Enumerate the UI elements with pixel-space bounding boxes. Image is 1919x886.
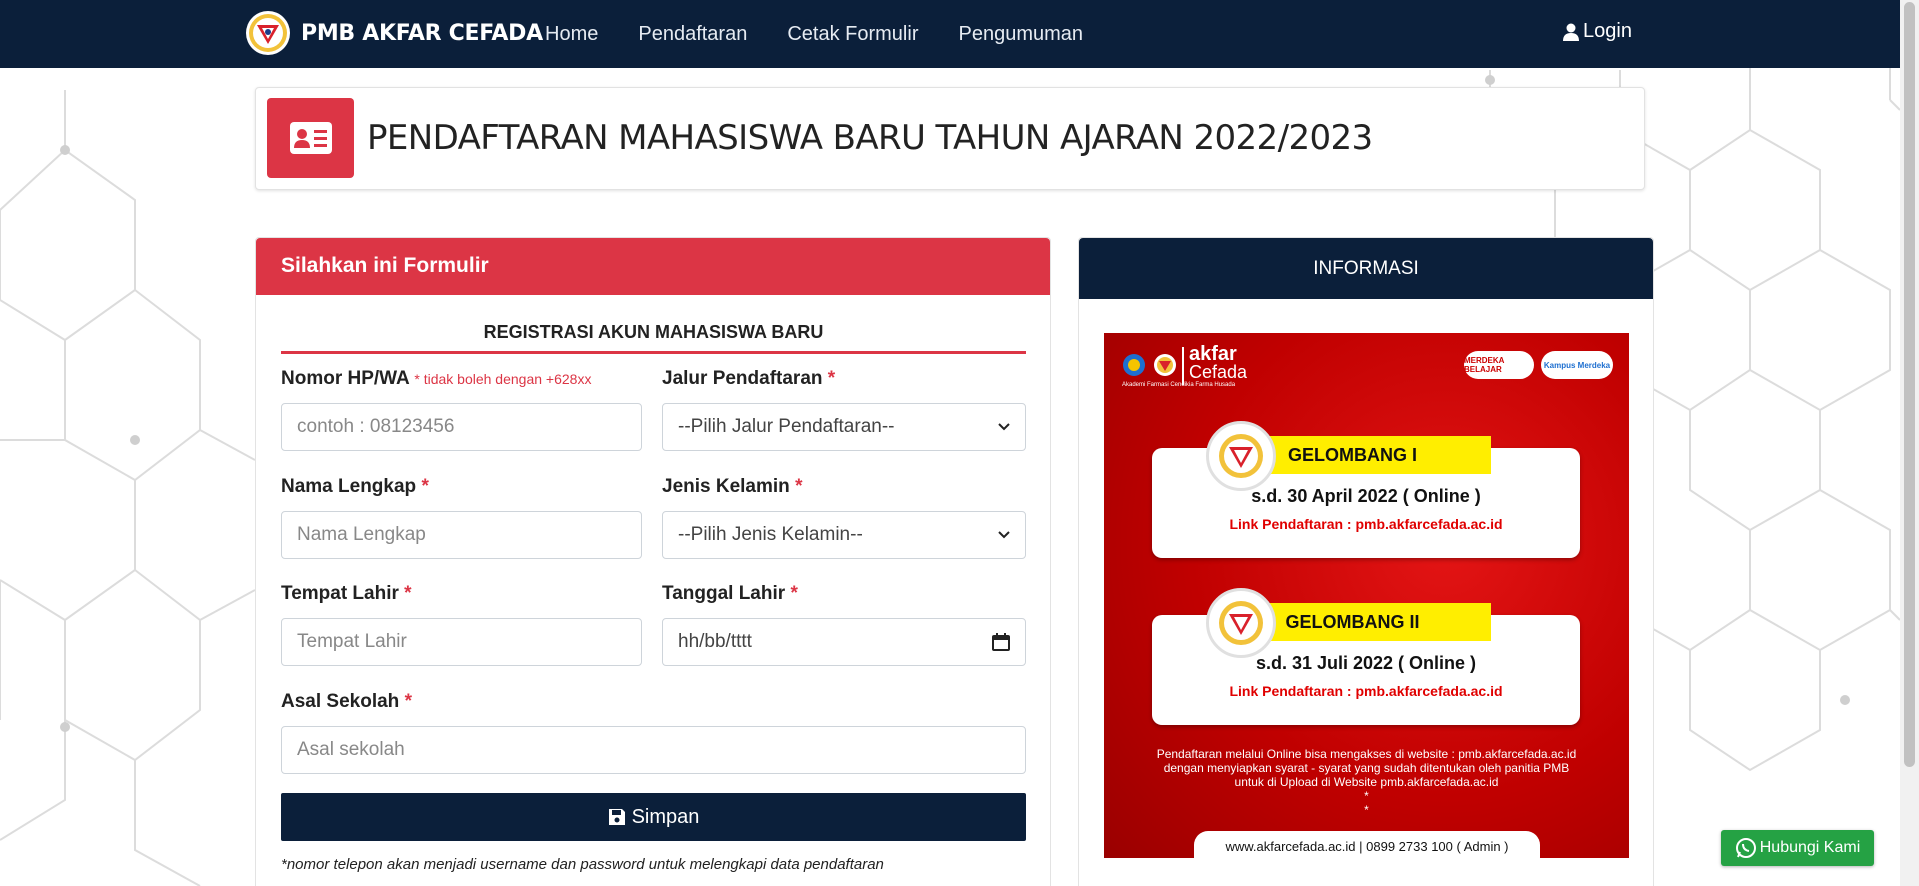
required-mark: * — [404, 691, 412, 712]
tempat-placeholder: Tempat Lahir — [297, 631, 407, 652]
tanggal-placeholder: hh/bb/tttt — [678, 631, 752, 652]
medal-icon — [1206, 421, 1276, 491]
tanggal-label-text: Tanggal Lahir — [662, 583, 786, 604]
kelamin-label-text: Jenis Kelamin — [662, 476, 790, 497]
jalur-label-text: Jalur Pendaftaran — [662, 368, 823, 389]
info-card: INFORMASI akfar Cefada Akademi Farmasi C… — [1078, 237, 1654, 886]
form-header: Silahkan ini Formulir — [256, 238, 1050, 295]
akfar-logo-icon — [246, 11, 290, 55]
page-scrollbar[interactable] — [1900, 0, 1919, 886]
banner-note-line-2: dengan menyiapkan syarat - syarat yang s… — [1163, 761, 1570, 775]
login-link[interactable]: Login — [1563, 20, 1632, 43]
kelamin-select[interactable]: --Pilih Jenis Kelamin-- — [662, 511, 1026, 559]
tutwuri-logo-icon — [1123, 354, 1145, 376]
phone-label-text: Nomor HP/WA — [281, 368, 410, 389]
whatsapp-label: Hubungi Kami — [1759, 839, 1861, 856]
banner-note-line-5: * — [1364, 803, 1369, 817]
login-label: Login — [1583, 20, 1632, 42]
floppy-disk-icon — [608, 809, 625, 825]
id-card-icon — [267, 98, 354, 178]
phone-placeholder: contoh : 08123456 — [297, 416, 455, 437]
top-navbar: PMB AKFAR CEFADA Home Pendaftaran Cetak … — [0, 0, 1900, 68]
banner-logo-title: akfar — [1189, 343, 1237, 365]
akfar-logo-icon — [1154, 354, 1176, 376]
wave-1-date: s.d. 30 April 2022 ( Online ) — [1251, 486, 1481, 506]
info-header: INFORMASI — [1079, 238, 1653, 299]
save-button[interactable]: Simpan — [281, 793, 1026, 841]
wave-2-date: s.d. 31 Juli 2022 ( Online ) — [1255, 653, 1477, 673]
brand[interactable]: PMB AKFAR CEFADA — [245, 10, 543, 56]
nama-label: Nama Lengkap * — [281, 476, 429, 498]
sekolah-label-text: Asal Sekolah — [281, 691, 400, 712]
wave-1-link: Link Pendaftaran : pmb.akfarcefada.ac.id — [1229, 516, 1503, 532]
sekolah-label: Asal Sekolah * — [281, 691, 412, 713]
nav-cetak-formulir[interactable]: Cetak Formulir — [787, 23, 918, 46]
banner-note-line-3: untuk di Upload di Website pmb.akfarcefa… — [1234, 775, 1499, 789]
jalur-value: --Pilih Jalur Pendaftaran-- — [678, 416, 895, 437]
tempat-input[interactable]: Tempat Lahir — [281, 618, 642, 666]
banner-footer: www.akfarcefada.ac.id | 0899 2733 100 ( … — [1194, 831, 1540, 858]
wave-2-link: Link Pendaftaran : pmb.akfarcefada.ac.id — [1229, 683, 1503, 699]
sekolah-placeholder: Asal sekolah — [297, 739, 405, 760]
tempat-label: Tempat Lahir * — [281, 583, 412, 605]
phone-hint: * tidak boleh dengan +628xx — [414, 371, 592, 387]
calendar-icon[interactable] — [992, 633, 1010, 651]
banner-note-line-4: * — [1364, 789, 1369, 803]
tempat-label-text: Tempat Lahir — [281, 583, 399, 604]
form-footnote: *nomor telepon akan menjadi username dan… — [281, 856, 884, 873]
required-mark: * — [827, 368, 836, 389]
whatsapp-contact-button[interactable]: Hubungi Kami — [1721, 830, 1874, 866]
required-mark: * — [421, 476, 429, 497]
required-mark: * — [795, 476, 803, 497]
required-mark: * — [404, 583, 412, 604]
kelamin-value: --Pilih Jenis Kelamin-- — [678, 524, 863, 545]
whatsapp-icon — [1735, 838, 1756, 858]
merdeka-belajar-badge: MERDEKA BELAJAR — [1464, 351, 1534, 379]
phone-input[interactable]: contoh : 08123456 — [281, 403, 642, 451]
phone-label: Nomor HP/WA * tidak boleh dengan +628xx — [281, 368, 591, 390]
kelamin-label: Jenis Kelamin * — [662, 476, 802, 498]
nav-pengumuman[interactable]: Pengumuman — [958, 23, 1083, 46]
banner-note: Pendaftaran melalui Online bisa mengakse… — [1124, 747, 1609, 817]
scrollbar-thumb[interactable] — [1904, 2, 1915, 767]
tanggal-label: Tanggal Lahir * — [662, 583, 798, 605]
save-label: Simpan — [631, 805, 700, 828]
kampus-merdeka-badge: Kampus Merdeka — [1541, 351, 1613, 379]
jalur-select[interactable]: --Pilih Jalur Pendaftaran-- — [662, 403, 1026, 451]
medal-icon — [1206, 588, 1276, 658]
page-title: PENDAFTARAN MAHASISWA BARU TAHUN AJARAN … — [367, 118, 1373, 158]
nama-placeholder: Nama Lengkap — [297, 524, 426, 545]
chevron-down-icon — [998, 423, 1010, 431]
form-subtitle: REGISTRASI AKUN MAHASISWA BARU — [281, 322, 1026, 354]
brand-name: PMB AKFAR CEFADA — [301, 20, 543, 46]
nav-pendaftaran[interactable]: Pendaftaran — [638, 23, 747, 46]
nama-input[interactable]: Nama Lengkap — [281, 511, 642, 559]
tanggal-input[interactable]: hh/bb/tttt — [662, 618, 1026, 666]
nama-label-text: Nama Lengkap — [281, 476, 417, 497]
registration-banner: akfar Cefada Akademi Farmasi Cendikia Fa… — [1104, 333, 1629, 858]
nav-links: Home Pendaftaran Cetak Formulir Pengumum… — [545, 0, 1123, 68]
banner-logo-text: akfar Cefada — [1189, 343, 1248, 382]
banner-logo-caption: Akademi Farmasi Cendikia Farma Husada — [1122, 382, 1236, 388]
jalur-label: Jalur Pendaftaran * — [662, 368, 835, 390]
required-mark: * — [790, 583, 798, 604]
registration-form-card: Silahkan ini Formulir REGISTRASI AKUN MA… — [255, 237, 1051, 886]
banner-logo-sub: Cefada — [1189, 362, 1248, 382]
sekolah-input[interactable]: Asal sekolah — [281, 726, 1026, 774]
user-icon — [1563, 23, 1579, 41]
chevron-down-icon — [998, 531, 1010, 539]
page-title-card: PENDAFTARAN MAHASISWA BARU TAHUN AJARAN … — [255, 87, 1645, 190]
nav-home[interactable]: Home — [545, 23, 598, 46]
banner-note-line-1: Pendaftaran melalui Online bisa mengakse… — [1156, 747, 1577, 761]
